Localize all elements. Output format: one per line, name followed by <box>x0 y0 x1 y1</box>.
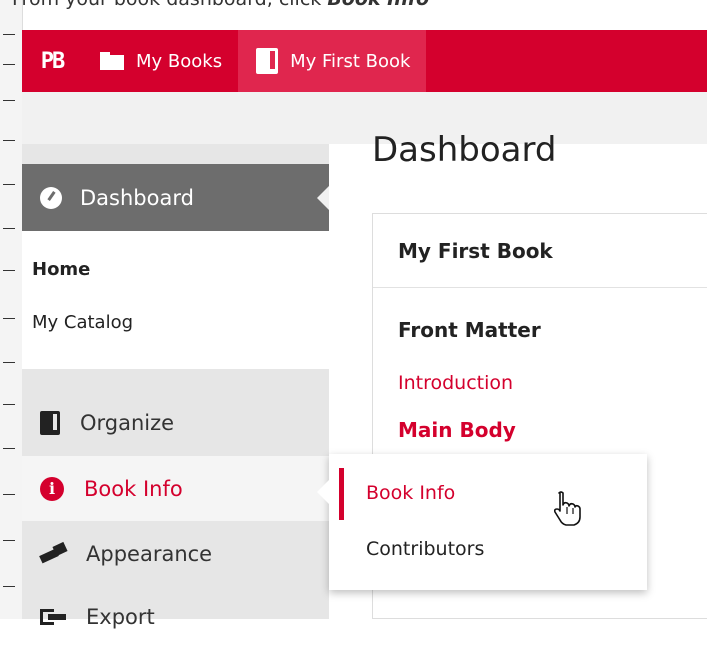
caption-emphasis: Book Info <box>327 0 429 10</box>
sidebar-item-export[interactable]: Export <box>22 584 329 649</box>
export-icon <box>40 607 66 627</box>
widget-heading: My First Book <box>373 214 707 288</box>
admin-header-band <box>22 92 707 144</box>
adminbar-current-book[interactable]: My First Book <box>238 30 427 92</box>
front-matter-heading: Front Matter <box>398 318 541 342</box>
submenu-my-catalog[interactable]: My Catalog <box>32 312 133 333</box>
sidebar-item-dashboard[interactable]: Dashboard <box>22 164 329 231</box>
main-body-link[interactable]: Main Body <box>398 418 516 442</box>
caption-prefix: From your book dashboard, click <box>12 0 327 10</box>
sidebar-item-organize[interactable]: Organize <box>22 390 329 455</box>
brush-icon <box>40 542 66 566</box>
admin-bar: PB My Books My First Book <box>22 30 707 92</box>
organize-icon <box>40 410 60 435</box>
hand-cursor-icon <box>553 491 581 526</box>
adminbar-my-books-label: My Books <box>136 50 223 72</box>
sidebar-item-appearance[interactable]: Appearance <box>22 521 329 586</box>
gauge-icon <box>40 186 62 209</box>
sidebar-item-organize-label: Organize <box>80 410 175 435</box>
flyout-item-book-info[interactable]: Book Info <box>366 482 455 504</box>
book-icon <box>256 48 279 74</box>
current-indicator <box>339 468 344 520</box>
pressbooks-logo[interactable]: PB <box>22 49 82 74</box>
introduction-link[interactable]: Introduction <box>398 372 513 394</box>
adminbar-my-books[interactable]: My Books <box>82 30 238 92</box>
admin-sidebar: Dashboard Home My Catalog Organize i Boo… <box>22 144 329 629</box>
sidebar-item-export-label: Export <box>86 604 155 629</box>
instruction-caption: From your book dashboard, click Book Inf… <box>12 0 429 10</box>
margin-ruler <box>0 0 23 619</box>
adminbar-current-book-label: My First Book <box>290 50 411 72</box>
folder-icon <box>100 52 124 70</box>
sidebar-item-book-info[interactable]: i Book Info <box>22 456 329 521</box>
sidebar-item-appearance-label: Appearance <box>86 541 213 566</box>
sidebar-item-dashboard-label: Dashboard <box>80 185 194 210</box>
submenu-home[interactable]: Home <box>32 259 90 280</box>
flyout-item-contributors[interactable]: Contributors <box>366 538 484 560</box>
book-info-flyout: Book Info Contributors <box>317 454 647 590</box>
page-title: Dashboard <box>372 130 557 170</box>
dashboard-submenu: Home My Catalog <box>22 231 329 369</box>
info-icon: i <box>40 476 64 501</box>
sidebar-item-book-info-label: Book Info <box>84 476 183 501</box>
